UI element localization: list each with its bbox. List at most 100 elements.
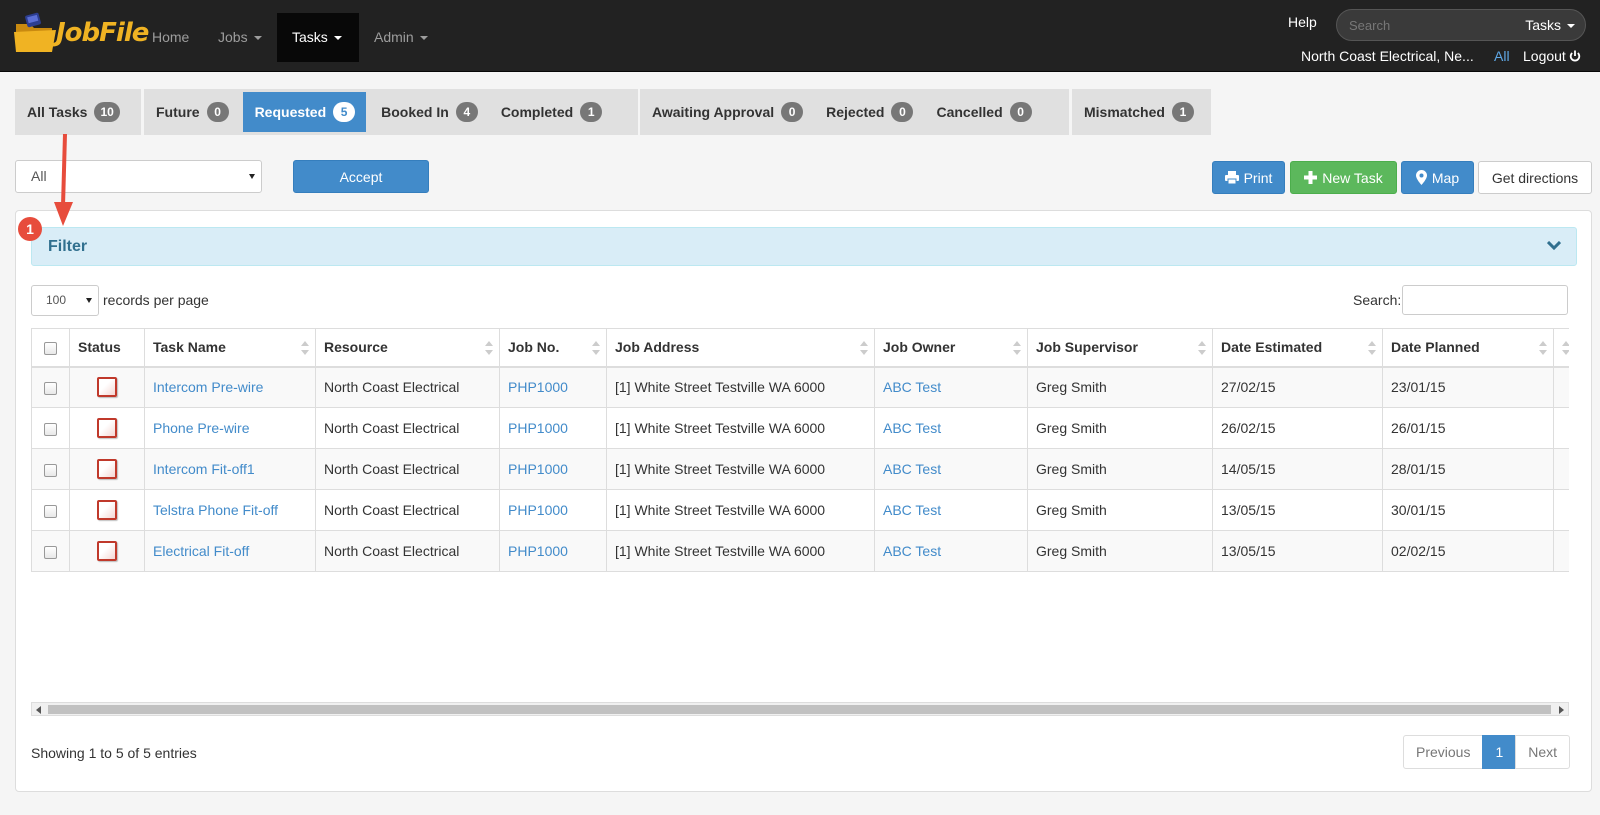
help-link[interactable]: Help	[1288, 14, 1317, 30]
new-task-button[interactable]: New Task	[1290, 161, 1397, 194]
supervisor-cell: Greg Smith	[1027, 448, 1213, 490]
col-resource[interactable]: Resource	[315, 328, 500, 368]
table-row[interactable]: Telstra Phone Fit-off North Coast Electr…	[31, 489, 1569, 531]
overflow-cell	[1553, 366, 1569, 408]
job-no-link[interactable]: PHP1000	[508, 461, 568, 477]
tab-completed[interactable]: Completed 1	[489, 89, 613, 135]
col-overflow[interactable]	[1553, 328, 1569, 368]
status-requested-icon[interactable]	[97, 418, 117, 438]
nav-jobs-dropdown[interactable]: Jobs	[203, 13, 277, 62]
tab-requested[interactable]: Requested 5	[242, 92, 367, 132]
col-task-name[interactable]: Task Name	[144, 328, 316, 368]
task-name-link[interactable]: Phone Pre-wire	[153, 420, 250, 436]
date-estimated-cell: 26/02/15	[1212, 407, 1383, 449]
task-name-link[interactable]: Intercom Pre-wire	[153, 379, 263, 395]
count-badge: 1	[580, 102, 603, 122]
row-checkbox[interactable]	[44, 382, 57, 396]
table-row[interactable]: Intercom Pre-wire North Coast Electrical…	[31, 366, 1569, 408]
row-checkbox[interactable]	[44, 545, 57, 559]
table-row[interactable]: Electrical Fit-off North Coast Electrica…	[31, 530, 1569, 572]
job-no-link[interactable]: PHP1000	[508, 502, 568, 518]
tab-label: Booked In	[381, 104, 449, 120]
map-button[interactable]: Map	[1401, 161, 1474, 194]
tab-all-tasks[interactable]: All Tasks 10	[15, 89, 131, 135]
global-search-input[interactable]	[1347, 14, 1507, 36]
status-requested-icon[interactable]	[97, 541, 117, 561]
all-companies-link[interactable]: All	[1494, 48, 1510, 64]
col-header-label: Task Name	[153, 339, 226, 356]
table-row[interactable]: Intercom Fit-off1 North Coast Electrical…	[31, 448, 1569, 490]
date-estimated-cell: 13/05/15	[1212, 489, 1383, 531]
scrollbar-thumb[interactable]	[48, 705, 1551, 714]
col-status[interactable]: Status	[69, 328, 145, 368]
tab-rejected[interactable]: Rejected 0	[814, 89, 924, 135]
nav-home[interactable]: Home	[137, 13, 204, 62]
caret-down-icon	[253, 36, 262, 41]
tab-label: Mismatched	[1084, 104, 1165, 120]
nav-admin-dropdown[interactable]: Admin	[359, 13, 443, 62]
previous-page-button[interactable]: Previous	[1403, 735, 1484, 769]
row-checkbox[interactable]	[44, 463, 57, 477]
table-row[interactable]: Phone Pre-wire North Coast Electrical PH…	[31, 407, 1569, 449]
status-requested-icon[interactable]	[97, 377, 117, 398]
col-date-estimated[interactable]: Date Estimated	[1212, 328, 1383, 368]
printer-icon	[1224, 171, 1239, 184]
col-job-no[interactable]: Job No.	[499, 328, 607, 368]
job-no-link[interactable]: PHP1000	[508, 420, 568, 436]
task-name-link[interactable]: Intercom Fit-off1	[153, 461, 255, 477]
task-name-link[interactable]: Electrical Fit-off	[153, 543, 249, 559]
print-button[interactable]: Print	[1212, 161, 1285, 194]
job-address-cell: [1] White Street Testville WA 6000	[606, 407, 875, 449]
tab-cancelled[interactable]: Cancelled 0	[924, 89, 1042, 135]
col-header-label: Date Planned	[1391, 339, 1480, 356]
records-per-page-label: records per page	[103, 292, 209, 308]
tab-mismatched[interactable]: Mismatched 1	[1072, 89, 1205, 135]
get-directions-button[interactable]: Get directions	[1478, 161, 1592, 194]
col-date-planned[interactable]: Date Planned	[1382, 328, 1554, 368]
tab-booked-in[interactable]: Booked In 4	[369, 89, 489, 135]
resource-cell: North Coast Electrical	[315, 448, 500, 490]
status-requested-icon[interactable]	[97, 459, 117, 479]
next-page-button[interactable]: Next	[1515, 735, 1571, 769]
nav-tasks-dropdown[interactable]: Tasks	[277, 13, 359, 62]
job-owner-link[interactable]: ABC Test	[883, 502, 941, 518]
jobfile-logo[interactable]: JobFile	[12, 8, 149, 58]
select-all-checkbox[interactable]	[44, 342, 57, 356]
select-all-header	[31, 328, 70, 368]
status-requested-icon[interactable]	[97, 500, 117, 520]
supervisor-cell: Greg Smith	[1027, 489, 1213, 531]
job-owner-link[interactable]: ABC Test	[883, 379, 941, 395]
table-header-row: Status Task Name Resource Job No. Job Ad…	[31, 328, 1569, 368]
records-per-page-select[interactable]: 100	[31, 285, 99, 316]
col-job-owner[interactable]: Job Owner	[874, 328, 1028, 368]
logout-link[interactable]: Logout	[1523, 48, 1581, 64]
search-scope-dropdown[interactable]: Tasks	[1525, 17, 1575, 33]
accept-button[interactable]: Accept	[293, 160, 429, 193]
job-owner-cell: ABC Test	[874, 366, 1028, 408]
col-job-supervisor[interactable]: Job Supervisor	[1027, 328, 1213, 368]
tab-label: Cancelled	[936, 104, 1003, 120]
page-1-button[interactable]: 1	[1482, 735, 1517, 769]
row-checkbox[interactable]	[44, 504, 57, 518]
col-job-address[interactable]: Job Address	[606, 328, 875, 368]
tasks-table-container: Status Task Name Resource Job No. Job Ad…	[31, 328, 1569, 572]
job-no-link[interactable]: PHP1000	[508, 543, 568, 559]
job-no-link[interactable]: PHP1000	[508, 379, 568, 395]
horizontal-scrollbar[interactable]	[31, 702, 1569, 716]
status-cell	[69, 489, 145, 531]
tab-awaiting-approval[interactable]: Awaiting Approval 0	[640, 89, 814, 135]
scroll-left-icon[interactable]	[36, 706, 41, 714]
job-owner-link[interactable]: ABC Test	[883, 543, 941, 559]
annotation-arrow-icon	[54, 134, 73, 226]
table-search-input[interactable]	[1402, 285, 1568, 315]
company-name[interactable]: North Coast Electrical, Ne...	[1301, 48, 1474, 64]
job-owner-link[interactable]: ABC Test	[883, 420, 941, 436]
filter-toggle[interactable]: Filter	[31, 227, 1577, 266]
job-owner-link[interactable]: ABC Test	[883, 461, 941, 477]
scroll-right-icon[interactable]	[1559, 706, 1564, 714]
row-checkbox[interactable]	[44, 422, 57, 436]
tab-future[interactable]: Future 0	[144, 89, 240, 135]
power-icon	[1569, 50, 1580, 62]
annotation-number-badge: 1	[18, 217, 42, 241]
task-name-link[interactable]: Telstra Phone Fit-off	[153, 502, 278, 518]
